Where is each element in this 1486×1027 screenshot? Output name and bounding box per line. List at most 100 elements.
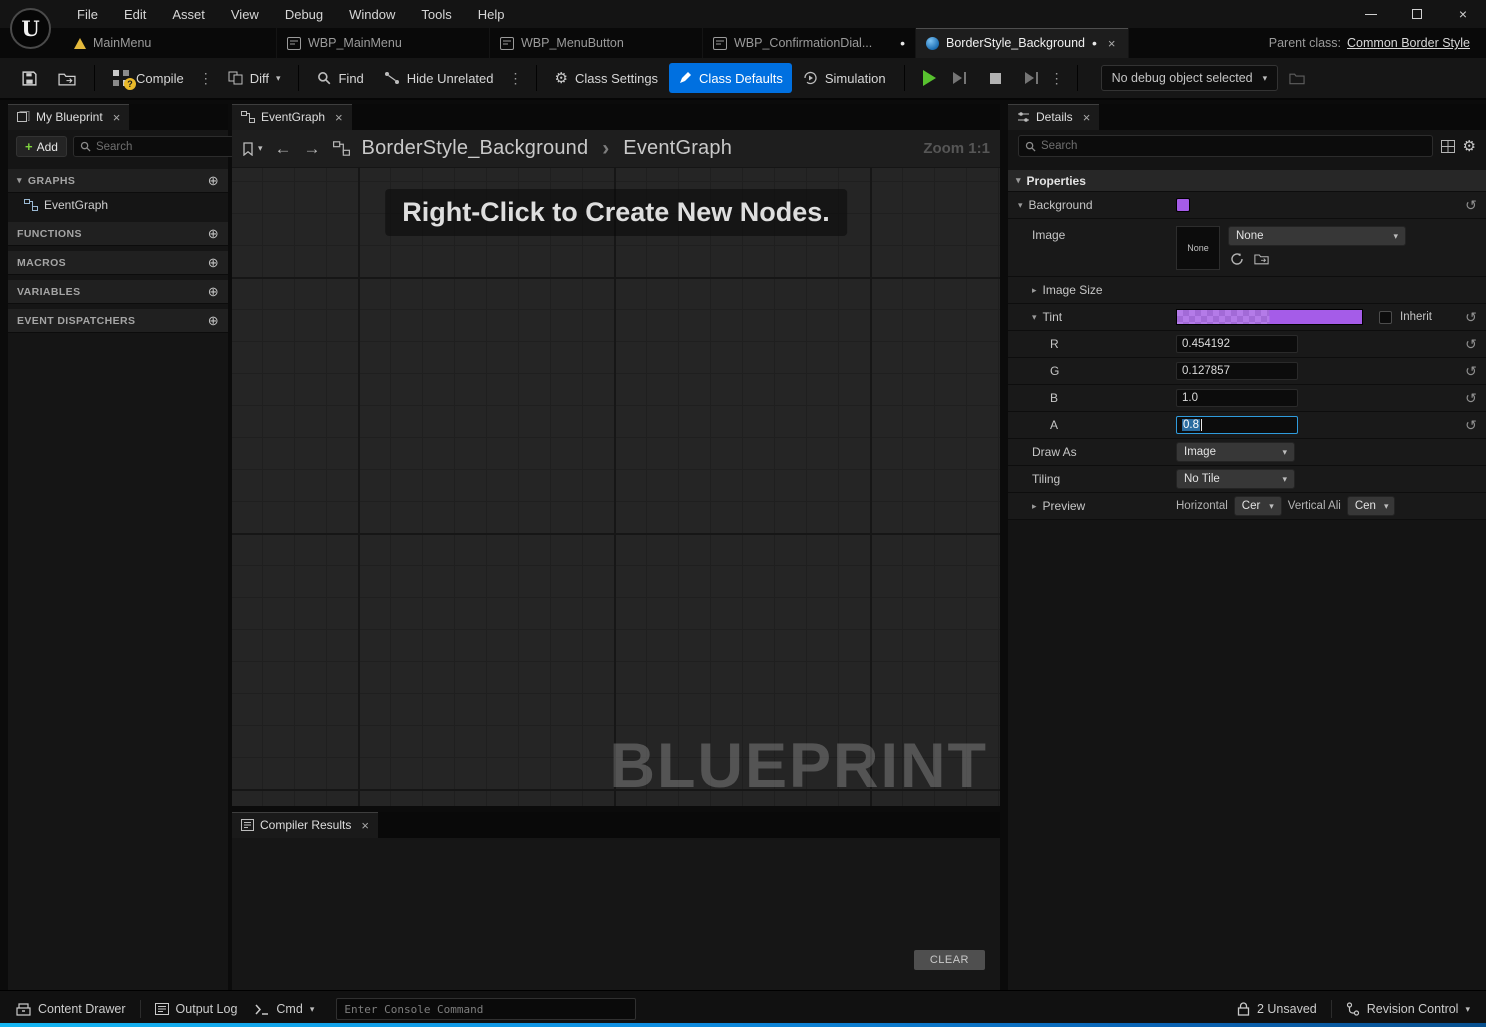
section-variables[interactable]: VARIABLES ⊕: [8, 280, 228, 304]
reset-to-default-icon[interactable]: ↺: [1458, 336, 1484, 353]
tab-close-icon[interactable]: ×: [1108, 36, 1116, 51]
save-button[interactable]: [12, 63, 47, 93]
stop-button[interactable]: [974, 63, 1017, 93]
eject-button[interactable]: [1019, 72, 1044, 84]
menu-debug[interactable]: Debug: [272, 0, 336, 28]
nav-forward-button[interactable]: →: [304, 139, 321, 159]
display-options-icon[interactable]: [1440, 139, 1455, 153]
graph-canvas[interactable]: Right-Click to Create New Nodes. BLUEPRI…: [232, 168, 1000, 806]
play-button[interactable]: [914, 63, 945, 93]
section-macros[interactable]: MACROS ⊕: [8, 251, 228, 275]
cmd-select[interactable]: Cmd ▾: [251, 1002, 318, 1016]
play-options-icon[interactable]: ⋮: [1046, 70, 1068, 87]
menu-file[interactable]: File: [64, 0, 111, 28]
output-log-button[interactable]: Output Log: [151, 1002, 242, 1016]
expander-icon[interactable]: ▸: [1032, 501, 1037, 512]
hide-unrelated-button[interactable]: Hide Unrelated: [375, 63, 503, 93]
console-command-input[interactable]: [344, 1002, 629, 1016]
section-graphs[interactable]: ▾ GRAPHS ⊕: [8, 169, 228, 193]
close-button[interactable]: ×: [1440, 0, 1486, 28]
draw-as-select[interactable]: Image ▾: [1176, 442, 1295, 462]
section-functions[interactable]: FUNCTIONS ⊕: [8, 222, 228, 246]
tab-compiler-results[interactable]: Compiler Results ×: [232, 812, 378, 838]
browse-to-asset-icon[interactable]: [1254, 252, 1269, 265]
frame-skip-button[interactable]: [947, 72, 972, 84]
vertical-align-select[interactable]: Cen ▾: [1346, 496, 1395, 516]
class-settings-button[interactable]: ⚙ Class Settings: [546, 63, 668, 93]
expander-icon[interactable]: ▾: [1018, 200, 1023, 211]
bookmarks-button[interactable]: ▾: [242, 141, 263, 156]
menu-edit[interactable]: Edit: [111, 0, 159, 28]
content-drawer-button[interactable]: Content Drawer: [12, 1002, 130, 1016]
find-button[interactable]: Find: [308, 63, 372, 93]
diff-button[interactable]: Diff ▾: [219, 63, 290, 93]
category-properties[interactable]: ▾ Properties: [1008, 170, 1486, 192]
breadcrumb-leaf[interactable]: EventGraph: [623, 137, 732, 160]
tab-my-blueprint[interactable]: My Blueprint ×: [8, 104, 130, 130]
reset-to-default-icon[interactable]: ↺: [1458, 417, 1484, 434]
tint-color-bar[interactable]: [1176, 309, 1363, 325]
horizontal-align-select[interactable]: Cer ▾: [1233, 496, 1282, 516]
tint-g-input[interactable]: 0.127857: [1176, 362, 1298, 380]
class-defaults-button[interactable]: Class Defaults: [669, 63, 792, 93]
reset-to-default-icon[interactable]: ↺: [1458, 363, 1484, 380]
asset-tab-borderstyle-background[interactable]: BorderStyle_Background • ×: [916, 28, 1129, 58]
breadcrumb-root[interactable]: BorderStyle_Background: [362, 137, 589, 160]
tab-close-icon[interactable]: ×: [113, 110, 121, 125]
menu-view[interactable]: View: [218, 0, 272, 28]
background-color-swatch[interactable]: [1176, 198, 1190, 212]
reset-to-default-icon[interactable]: ↺: [1458, 309, 1484, 326]
menu-asset[interactable]: Asset: [159, 0, 218, 28]
add-macro-icon[interactable]: ⊕: [208, 255, 219, 271]
graph-item-eventgraph[interactable]: EventGraph: [8, 193, 228, 217]
tiling-select[interactable]: No Tile ▾: [1176, 469, 1295, 489]
add-button[interactable]: + Add: [16, 136, 67, 157]
asset-tab-mainmenu[interactable]: MainMenu: [64, 28, 277, 58]
revision-control-button[interactable]: Revision Control ▾: [1342, 1002, 1474, 1016]
unsaved-assets-button[interactable]: 2 Unsaved: [1233, 1002, 1321, 1016]
add-graph-icon[interactable]: ⊕: [208, 173, 219, 189]
compile-options-icon[interactable]: ⋮: [195, 70, 217, 87]
tint-b-input[interactable]: 1.0: [1176, 389, 1298, 407]
menu-help[interactable]: Help: [465, 0, 518, 28]
maximize-button[interactable]: [1394, 0, 1440, 28]
tab-close-icon[interactable]: ×: [1083, 110, 1091, 125]
reset-to-default-icon[interactable]: ↺: [1458, 390, 1484, 407]
details-search-input[interactable]: [1041, 140, 1426, 152]
asset-tab-wbp-confirmationdialog[interactable]: WBP_ConfirmationDial... •: [703, 28, 916, 58]
simulation-button[interactable]: Simulation: [794, 63, 895, 93]
menu-tools[interactable]: Tools: [408, 0, 464, 28]
asset-tab-wbp-mainmenu[interactable]: WBP_MainMenu: [277, 28, 490, 58]
compile-button[interactable]: ? Compile: [104, 63, 193, 93]
tab-eventgraph[interactable]: EventGraph ×: [232, 104, 352, 130]
tab-close-icon[interactable]: ×: [361, 818, 369, 833]
nav-back-button[interactable]: ←: [275, 139, 292, 159]
expander-icon[interactable]: ▾: [1032, 312, 1037, 323]
expander-icon[interactable]: ▸: [1032, 285, 1037, 296]
image-asset-select[interactable]: None ▾: [1228, 226, 1406, 246]
add-variable-icon[interactable]: ⊕: [208, 284, 219, 300]
blueprint-search-input[interactable]: [95, 140, 250, 153]
menu-window[interactable]: Window: [336, 0, 408, 28]
debug-object-select[interactable]: No debug object selected ▾: [1100, 65, 1279, 91]
tint-a-input[interactable]: 0.8: [1176, 416, 1298, 434]
tint-r-input[interactable]: 0.454192: [1176, 335, 1298, 353]
details-settings-icon[interactable]: ⚙: [1463, 138, 1476, 154]
asset-tab-wbp-menubutton[interactable]: WBP_MenuButton: [490, 28, 703, 58]
hide-unrelated-options-icon[interactable]: ⋮: [505, 70, 527, 87]
add-function-icon[interactable]: ⊕: [208, 226, 219, 242]
tab-details[interactable]: Details ×: [1008, 104, 1100, 130]
use-selected-asset-icon[interactable]: [1230, 252, 1244, 266]
parent-class-link[interactable]: Common Border Style: [1347, 36, 1470, 50]
inherit-checkbox[interactable]: [1379, 310, 1392, 324]
clear-button[interactable]: CLEAR: [913, 950, 985, 970]
debug-browse-button[interactable]: [1280, 63, 1314, 93]
reset-to-default-icon[interactable]: ↺: [1458, 197, 1484, 214]
browse-button[interactable]: [49, 63, 85, 93]
minimize-button[interactable]: [1348, 0, 1394, 28]
section-event-dispatchers[interactable]: EVENT DISPATCHERS ⊕: [8, 309, 228, 333]
tab-close-icon[interactable]: ×: [335, 110, 343, 125]
close-icon: ×: [1458, 6, 1468, 22]
add-event-dispatcher-icon[interactable]: ⊕: [208, 313, 219, 329]
image-thumbnail[interactable]: None: [1176, 226, 1220, 270]
